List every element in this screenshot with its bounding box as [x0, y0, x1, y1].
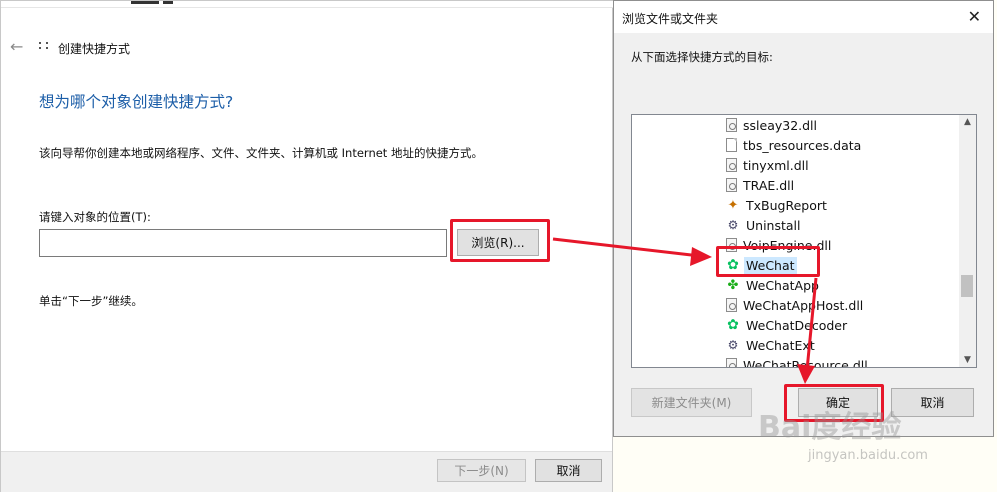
- watermark-url: jingyan.baidu.com: [808, 448, 928, 463]
- watermark: Bai度经验: [758, 410, 902, 445]
